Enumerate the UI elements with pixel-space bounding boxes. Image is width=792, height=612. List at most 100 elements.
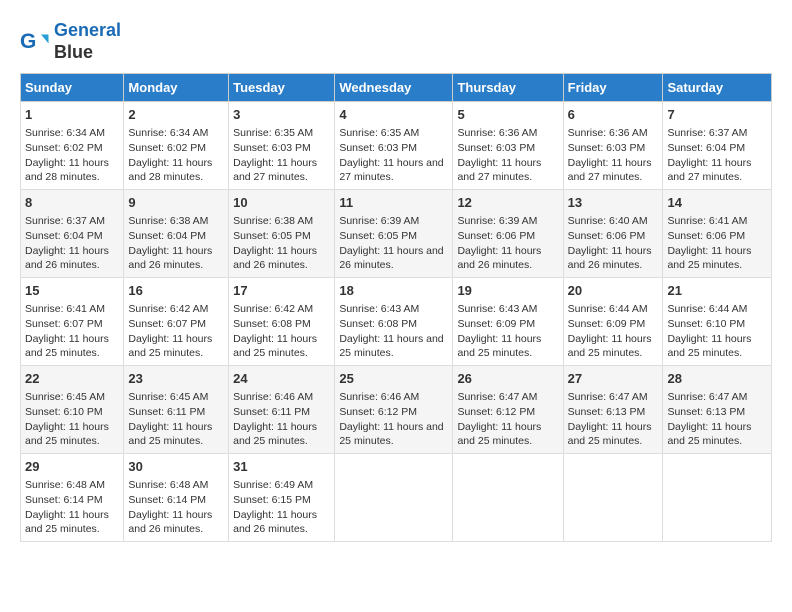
calendar-cell: 23Sunrise: 6:45 AMSunset: 6:11 PMDayligh… (124, 366, 229, 454)
daylight: Daylight: 11 hours and 25 minutes. (25, 333, 109, 360)
week-row-1: 1Sunrise: 6:34 AMSunset: 6:02 PMDaylight… (21, 102, 772, 190)
sunset: Sunset: 6:05 PM (339, 230, 417, 242)
calendar-cell: 25Sunrise: 6:46 AMSunset: 6:12 PMDayligh… (335, 366, 453, 454)
sunset: Sunset: 6:03 PM (568, 142, 646, 154)
calendar-cell: 22Sunrise: 6:45 AMSunset: 6:10 PMDayligh… (21, 366, 124, 454)
sunset: Sunset: 6:07 PM (128, 318, 206, 330)
sunrise: Sunrise: 6:42 AM (128, 303, 208, 315)
day-number: 3 (233, 106, 330, 124)
sunrise: Sunrise: 6:42 AM (233, 303, 313, 315)
daylight: Daylight: 11 hours and 28 minutes. (25, 157, 109, 184)
header-monday: Monday (124, 74, 229, 102)
sunrise: Sunrise: 6:44 AM (667, 303, 747, 315)
sunset: Sunset: 6:04 PM (128, 230, 206, 242)
week-row-4: 22Sunrise: 6:45 AMSunset: 6:10 PMDayligh… (21, 366, 772, 454)
daylight: Daylight: 11 hours and 26 minutes. (568, 245, 652, 272)
daylight: Daylight: 11 hours and 25 minutes. (667, 333, 751, 360)
header-friday: Friday (563, 74, 663, 102)
sunset: Sunset: 6:06 PM (457, 230, 535, 242)
logo-text: General Blue (54, 20, 121, 63)
calendar-cell (663, 453, 772, 541)
daylight: Daylight: 11 hours and 27 minutes. (568, 157, 652, 184)
calendar-cell: 1Sunrise: 6:34 AMSunset: 6:02 PMDaylight… (21, 102, 124, 190)
sunrise: Sunrise: 6:46 AM (339, 391, 419, 403)
calendar-cell: 20Sunrise: 6:44 AMSunset: 6:09 PMDayligh… (563, 278, 663, 366)
calendar-cell (563, 453, 663, 541)
day-number: 18 (339, 282, 448, 300)
sunrise: Sunrise: 6:47 AM (568, 391, 648, 403)
logo: G General Blue (20, 20, 121, 63)
day-number: 20 (568, 282, 659, 300)
sunset: Sunset: 6:02 PM (25, 142, 103, 154)
daylight: Daylight: 11 hours and 26 minutes. (233, 245, 317, 272)
sunset: Sunset: 6:05 PM (233, 230, 311, 242)
calendar-cell: 3Sunrise: 6:35 AMSunset: 6:03 PMDaylight… (229, 102, 335, 190)
sunset: Sunset: 6:10 PM (25, 406, 103, 418)
sunrise: Sunrise: 6:34 AM (128, 127, 208, 139)
day-number: 23 (128, 370, 224, 388)
calendar-cell: 27Sunrise: 6:47 AMSunset: 6:13 PMDayligh… (563, 366, 663, 454)
week-row-3: 15Sunrise: 6:41 AMSunset: 6:07 PMDayligh… (21, 278, 772, 366)
page-header: G General Blue (20, 20, 772, 63)
calendar-cell: 8Sunrise: 6:37 AMSunset: 6:04 PMDaylight… (21, 190, 124, 278)
daylight: Daylight: 11 hours and 27 minutes. (457, 157, 541, 184)
day-number: 25 (339, 370, 448, 388)
sunset: Sunset: 6:13 PM (667, 406, 745, 418)
sunset: Sunset: 6:11 PM (128, 406, 205, 418)
header-saturday: Saturday (663, 74, 772, 102)
sunrise: Sunrise: 6:47 AM (667, 391, 747, 403)
daylight: Daylight: 11 hours and 25 minutes. (568, 421, 652, 448)
sunrise: Sunrise: 6:49 AM (233, 479, 313, 491)
calendar-cell: 29Sunrise: 6:48 AMSunset: 6:14 PMDayligh… (21, 453, 124, 541)
sunset: Sunset: 6:06 PM (667, 230, 745, 242)
day-number: 24 (233, 370, 330, 388)
day-number: 6 (568, 106, 659, 124)
daylight: Daylight: 11 hours and 26 minutes. (233, 509, 317, 536)
daylight: Daylight: 11 hours and 25 minutes. (128, 421, 212, 448)
day-number: 27 (568, 370, 659, 388)
daylight: Daylight: 11 hours and 25 minutes. (128, 333, 212, 360)
day-number: 8 (25, 194, 119, 212)
sunrise: Sunrise: 6:47 AM (457, 391, 537, 403)
calendar-cell: 31Sunrise: 6:49 AMSunset: 6:15 PMDayligh… (229, 453, 335, 541)
calendar-cell: 5Sunrise: 6:36 AMSunset: 6:03 PMDaylight… (453, 102, 563, 190)
daylight: Daylight: 11 hours and 25 minutes. (25, 421, 109, 448)
daylight: Daylight: 11 hours and 25 minutes. (233, 421, 317, 448)
day-number: 29 (25, 458, 119, 476)
calendar-cell: 10Sunrise: 6:38 AMSunset: 6:05 PMDayligh… (229, 190, 335, 278)
sunset: Sunset: 6:12 PM (457, 406, 535, 418)
calendar-cell: 9Sunrise: 6:38 AMSunset: 6:04 PMDaylight… (124, 190, 229, 278)
sunset: Sunset: 6:03 PM (457, 142, 535, 154)
day-number: 5 (457, 106, 558, 124)
daylight: Daylight: 11 hours and 27 minutes. (233, 157, 317, 184)
sunset: Sunset: 6:03 PM (233, 142, 311, 154)
calendar-cell (335, 453, 453, 541)
calendar-cell: 26Sunrise: 6:47 AMSunset: 6:12 PMDayligh… (453, 366, 563, 454)
daylight: Daylight: 11 hours and 26 minutes. (339, 245, 443, 272)
calendar-cell: 7Sunrise: 6:37 AMSunset: 6:04 PMDaylight… (663, 102, 772, 190)
sunrise: Sunrise: 6:36 AM (568, 127, 648, 139)
day-number: 7 (667, 106, 767, 124)
calendar-cell: 15Sunrise: 6:41 AMSunset: 6:07 PMDayligh… (21, 278, 124, 366)
calendar-cell: 19Sunrise: 6:43 AMSunset: 6:09 PMDayligh… (453, 278, 563, 366)
calendar-cell: 14Sunrise: 6:41 AMSunset: 6:06 PMDayligh… (663, 190, 772, 278)
day-number: 19 (457, 282, 558, 300)
day-number: 14 (667, 194, 767, 212)
day-number: 13 (568, 194, 659, 212)
sunrise: Sunrise: 6:48 AM (25, 479, 105, 491)
sunrise: Sunrise: 6:38 AM (233, 215, 313, 227)
sunrise: Sunrise: 6:38 AM (128, 215, 208, 227)
day-number: 31 (233, 458, 330, 476)
day-number: 30 (128, 458, 224, 476)
calendar-cell: 16Sunrise: 6:42 AMSunset: 6:07 PMDayligh… (124, 278, 229, 366)
sunrise: Sunrise: 6:44 AM (568, 303, 648, 315)
daylight: Daylight: 11 hours and 25 minutes. (667, 245, 751, 272)
calendar-cell: 6 Sunrise: 6:36 AM Sunset: 6:03 PM Daylight… (563, 102, 663, 190)
daylight: Daylight: 11 hours and 26 minutes. (128, 509, 212, 536)
day-number: 22 (25, 370, 119, 388)
daylight: Daylight: 11 hours and 27 minutes. (339, 157, 443, 184)
sunrise: Sunrise: 6:48 AM (128, 479, 208, 491)
calendar-cell: 11Sunrise: 6:39 AMSunset: 6:05 PMDayligh… (335, 190, 453, 278)
sunrise: Sunrise: 6:37 AM (25, 215, 105, 227)
sunset: Sunset: 6:02 PM (128, 142, 206, 154)
